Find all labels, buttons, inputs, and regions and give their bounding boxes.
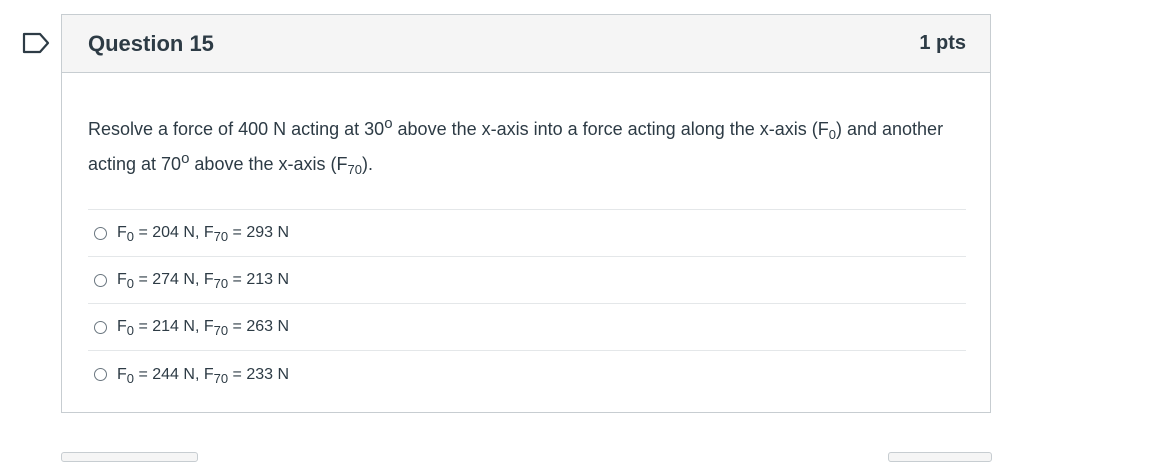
next-button[interactable]: [888, 452, 992, 462]
radio-button-icon[interactable]: [94, 273, 107, 287]
question-title: Question 15: [88, 30, 214, 56]
answer-option[interactable]: F0 = 214 N, F70 = 263 N: [88, 304, 966, 351]
question-body: Resolve a force of 400 N acting at 30o a…: [62, 73, 990, 398]
question-header: Question 15 1 pts: [62, 15, 990, 73]
radio-button-icon[interactable]: [94, 226, 107, 240]
answer-label: F0 = 244 N, F70 = 233 N: [117, 365, 290, 386]
question-points: 1 pts: [919, 32, 966, 54]
radio-button-icon[interactable]: [94, 368, 107, 381]
answer-label: F0 = 274 N, F70 = 213 N: [117, 271, 290, 291]
answer-option[interactable]: F0 = 204 N, F70 = 293 N: [88, 210, 966, 257]
answer-option[interactable]: F0 = 244 N, F70 = 233 N: [88, 351, 966, 398]
previous-button[interactable]: [61, 452, 198, 462]
answer-label: F0 = 214 N, F70 = 263 N: [117, 318, 290, 338]
flag-question-icon[interactable]: [22, 32, 50, 54]
radio-button-icon[interactable]: [94, 320, 107, 334]
question-card: Question 15 1 pts Resolve a force of 400…: [61, 14, 991, 413]
answer-option[interactable]: F0 = 274 N, F70 = 213 N: [88, 257, 966, 304]
question-text: Resolve a force of 400 N acting at 30o a…: [88, 115, 944, 177]
answer-list: F0 = 204 N, F70 = 293 N F0 = 274 N, F70 …: [88, 209, 966, 398]
answer-label: F0 = 204 N, F70 = 293 N: [117, 224, 290, 244]
